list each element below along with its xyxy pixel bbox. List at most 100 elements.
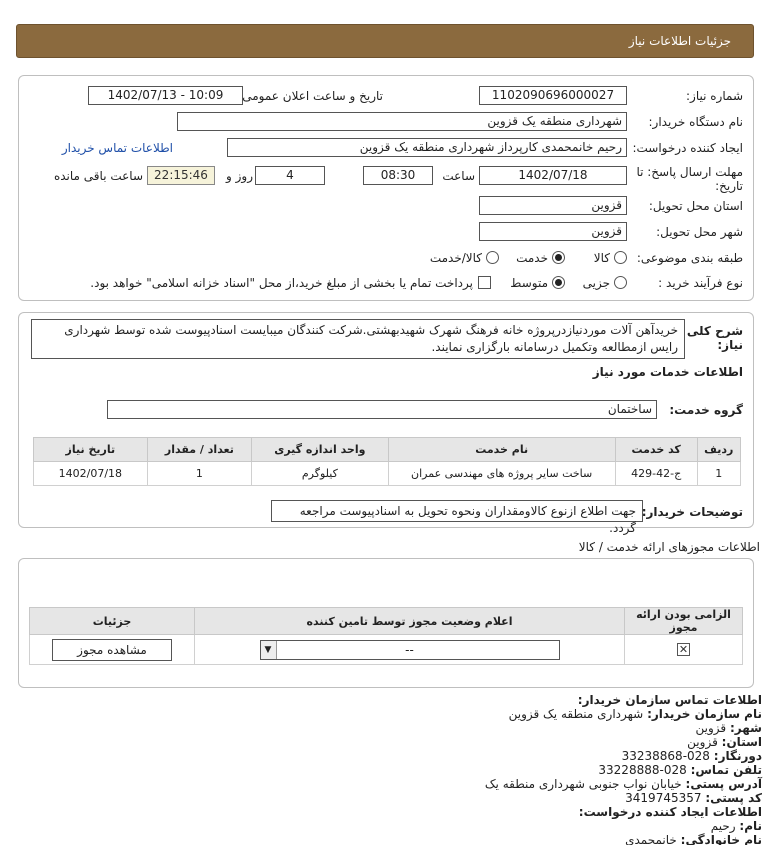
col-row: ردیف	[696, 437, 742, 462]
page-header: جزئیات اطلاعات نیاز	[16, 24, 754, 58]
col-unit: واحد اندازه گیری	[251, 437, 389, 462]
need-number-label: شماره نیاز:	[686, 89, 743, 103]
remaining-time-field: 22:15:46	[147, 166, 215, 185]
deadline-date-field: 1402/07/18	[479, 166, 627, 185]
permits-panel: الزامی بودن ارائه مجوز اعلام وضعیت مجوز …	[18, 558, 754, 688]
service-group-field: ساختمان	[107, 400, 657, 419]
cell-permit-status: ▼ --	[194, 634, 625, 665]
treasury-payment-note: پرداخت تمام یا بخشی از مبلغ خرید،از محل …	[90, 276, 473, 290]
category-option-goods-service: کالا/خدمت	[429, 251, 482, 265]
buyer-notes-label: توضیحات خریدار:	[641, 505, 743, 519]
description-label-2: نیاز:	[717, 338, 743, 352]
family-label: نام خانوادگی:	[680, 833, 762, 845]
name-label: نام:	[739, 819, 762, 833]
province-field: قزوین	[479, 196, 627, 215]
family-value: خانمحمدی	[625, 833, 677, 845]
cell-date: 1402/07/18	[33, 461, 148, 486]
process-label: نوع فرآیند خرید :	[658, 276, 743, 290]
view-permit-button[interactable]: مشاهده مجوز	[52, 638, 172, 661]
postal-value: 3419745357	[625, 791, 702, 805]
city-field: قزوین	[479, 222, 627, 241]
remaining-label: ساعت باقی مانده	[53, 169, 143, 183]
announce-label: تاریخ و ساعت اعلان عمومی:	[238, 89, 383, 103]
category-radio-goods[interactable]	[614, 251, 627, 264]
services-table: ردیف کد خدمت نام خدمت واحد اندازه گیری ت…	[33, 437, 742, 486]
contact-province-value: قزوین	[687, 735, 718, 749]
days-label: روز و	[226, 169, 253, 183]
address-value: خیابان نواب جنوبی شهرداری منطقه یک	[484, 777, 682, 791]
description-text: خریدآهن آلات موردنیازدرپروژه خانه فرهنگ …	[31, 319, 685, 359]
category-option-goods: کالا	[593, 251, 610, 265]
treasury-payment-checkbox[interactable]	[478, 276, 491, 289]
deadline-time-field: 08:30	[363, 166, 433, 185]
cell-unit: کیلوگرم	[251, 461, 389, 486]
permits-table-header: الزامی بودن ارائه مجوز اعلام وضعیت مجوز …	[29, 607, 743, 635]
col-qty: تعداد / مقدار	[146, 437, 253, 462]
fax-label: دورنگار:	[713, 749, 762, 763]
dropdown-arrow-icon: ▼	[260, 640, 277, 659]
need-number-field: 1102090696000027	[479, 86, 627, 105]
contact-province-label: استان:	[721, 735, 762, 749]
process-radio-medium[interactable]	[552, 276, 565, 289]
buyer-field: شهرداری منطقه یک قزوین	[177, 112, 627, 131]
cell-row: 1	[696, 461, 742, 486]
process-option-medium: متوسط	[510, 276, 548, 290]
cell-name: ساخت سایر پروژه های مهندسی عمران	[387, 461, 616, 486]
cell-code: ج-42-429	[614, 461, 698, 486]
announce-field: 1402/07/13 - 10:09	[88, 86, 243, 105]
fax-value: 028-33238868	[621, 749, 710, 763]
creator-field: رحیم خانمحمدی کارپرداز شهرداری منطقه یک …	[227, 138, 627, 157]
deadline-date-label: تاریخ:	[715, 179, 743, 193]
deadline-label: مهلت ارسال پاسخ: تا	[636, 165, 743, 179]
process-radio-minor[interactable]	[614, 276, 627, 289]
category-option-service: خدمت	[516, 251, 548, 265]
category-radio-service[interactable]	[552, 251, 565, 264]
category-label: طبقه بندی موضوعی:	[636, 251, 743, 265]
phone-value: 028-33228888	[598, 763, 687, 777]
services-title: اطلاعات خدمات مورد نیاز	[592, 365, 743, 379]
province-label: استان محل تحویل:	[648, 199, 743, 213]
services-table-header: ردیف کد خدمت نام خدمت واحد اندازه گیری ت…	[33, 437, 742, 462]
description-label: شرح کلی	[686, 324, 743, 338]
cell-qty: 1	[146, 461, 253, 486]
table-row: 1 ج-42-429 ساخت سایر پروژه های مهندسی عم…	[33, 461, 742, 486]
requester-title: اطلاعات ایجاد کننده درخواست:	[578, 805, 762, 819]
buyer-contact-link[interactable]: اطلاعات تماس خریدار	[62, 141, 173, 155]
permits-title: اطلاعات مجوزهای ارائه خدمت / کالا	[578, 540, 760, 554]
col-code: کد خدمت	[614, 437, 698, 462]
col-name: نام خدمت	[387, 437, 616, 462]
permits-table: الزامی بودن ارائه مجوز اعلام وضعیت مجوز …	[29, 607, 743, 665]
contact-city-label: شهر:	[730, 721, 762, 735]
col-date: تاریخ نیاز	[33, 437, 148, 462]
permit-status-value: --	[405, 642, 414, 657]
days-field: 4	[255, 166, 325, 185]
services-panel: شرح کلی نیاز: خریدآهن آلات موردنیازدرپرو…	[18, 312, 754, 535]
org-label: نام سازمان خریدار:	[647, 707, 762, 721]
buyer-label: نام دستگاه خریدار:	[648, 115, 744, 129]
name-value: رحیم	[710, 819, 736, 833]
col-permit-details: جزئیات	[29, 607, 195, 635]
time-label: ساعت	[442, 169, 475, 183]
address-label: آدرس پستی:	[685, 777, 762, 791]
col-permit-status: اعلام وضعیت مجوز توسط تامین کننده	[194, 607, 625, 635]
col-permit-required: الزامی بودن ارائه مجوز	[624, 607, 743, 635]
city-label: شهر محل تحویل:	[656, 225, 743, 239]
buyer-notes-text: جهت اطلاع ازنوع کالاومقداران ونحوه تحویل…	[271, 500, 643, 535]
permit-status-select[interactable]: ▼ --	[259, 639, 560, 660]
org-value: شهرداری منطقه یک قزوین	[508, 707, 644, 721]
cell-permit-details: مشاهده مجوز	[29, 634, 195, 665]
creator-label: ایجاد کننده درخواست:	[632, 141, 743, 155]
page-title: جزئیات اطلاعات نیاز	[628, 34, 731, 48]
cell-permit-required: ✕	[624, 634, 743, 665]
category-radio-goods-service[interactable]	[486, 251, 499, 264]
process-option-minor: جزیی	[582, 276, 610, 290]
contact-city-value: قزوین	[695, 721, 727, 735]
need-info-panel: شماره نیاز: 1102090696000027 تاریخ و ساع…	[18, 75, 754, 301]
phone-label: تلفن تماس:	[690, 763, 762, 777]
table-row: ✕ ▼ -- مشاهده مجوز	[29, 634, 743, 665]
buyer-contact-info: اطلاعات تماس سازمان خریدار: نام سازمان خ…	[12, 693, 762, 845]
permit-required-checkbox: ✕	[677, 643, 690, 656]
contact-title: اطلاعات تماس سازمان خریدار:	[577, 693, 762, 707]
service-group-label: گروه خدمت:	[669, 403, 743, 417]
postal-label: کد پستی:	[705, 791, 762, 805]
